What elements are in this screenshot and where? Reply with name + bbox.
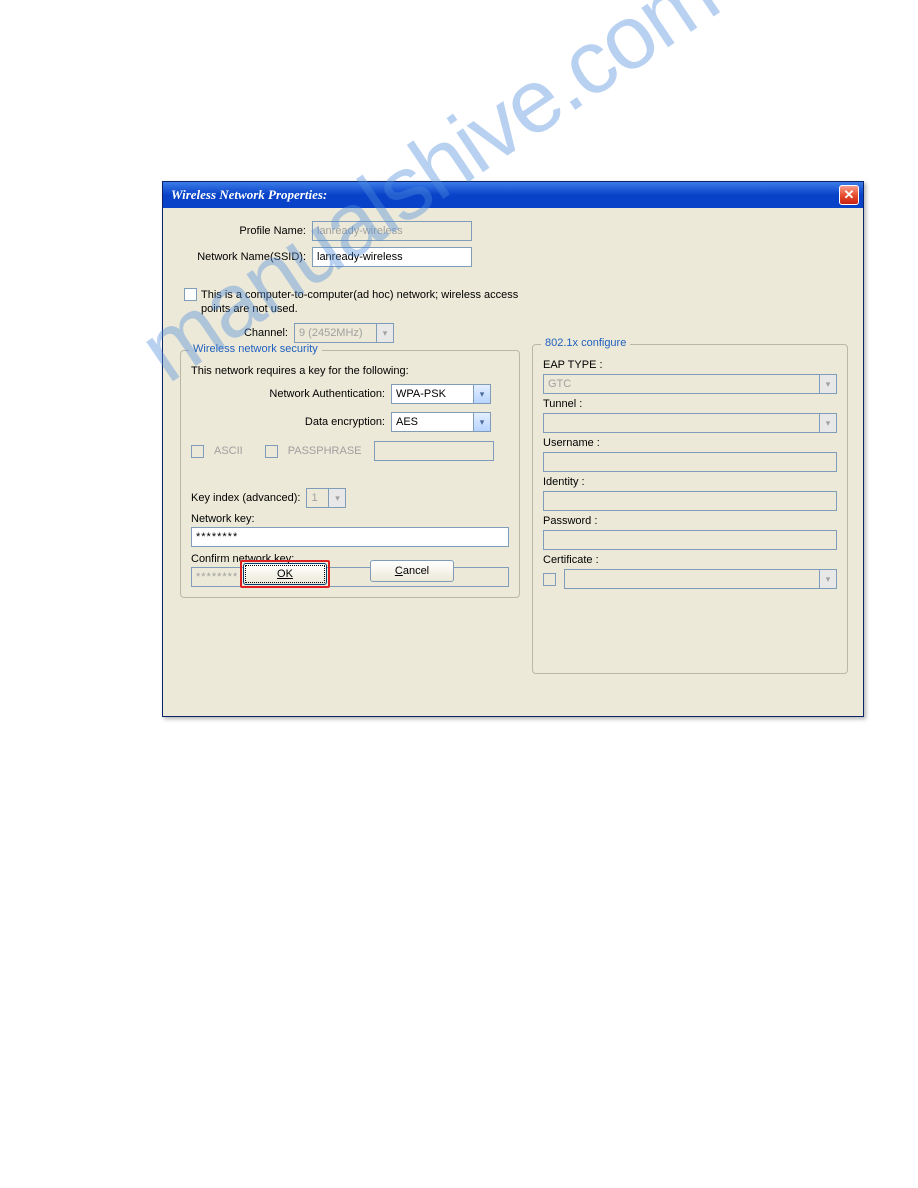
- auth-value: WPA-PSK: [392, 388, 473, 400]
- chevron-down-icon: ▾: [473, 385, 490, 403]
- password-input: [543, 530, 837, 550]
- chevron-down-icon: ▾: [473, 413, 490, 431]
- identity-label: Identity :: [543, 476, 837, 488]
- dot1x-fieldset: 802.1x configure EAP TYPE : GTC ▾ Tunnel…: [532, 344, 848, 674]
- close-button[interactable]: ✕: [839, 185, 859, 205]
- adhoc-label: This is a computer-to-computer(ad hoc) n…: [201, 288, 520, 316]
- left-column: Profile Name: Network Name(SSID): This i…: [180, 220, 520, 598]
- auth-label: Network Authentication:: [191, 388, 391, 400]
- dialog-window: Wireless Network Properties: ✕ Profile N…: [162, 181, 864, 717]
- security-desc: This network requires a key for the foll…: [191, 365, 509, 377]
- chevron-down-icon: ▾: [819, 414, 836, 432]
- netkey-input[interactable]: [191, 527, 509, 547]
- enc-select[interactable]: AES ▾: [391, 412, 491, 432]
- channel-label: Channel:: [224, 327, 294, 339]
- keyidx-value: 1: [307, 492, 328, 504]
- ascii-checkbox: [191, 445, 204, 458]
- chevron-down-icon: ▾: [376, 324, 393, 342]
- dot1x-legend: 802.1x configure: [541, 337, 630, 349]
- channel-value: 9 (2452MHz): [295, 327, 376, 339]
- eap-select: GTC ▾: [543, 374, 837, 394]
- netkey-label: Network key:: [191, 513, 509, 525]
- password-label: Password :: [543, 515, 837, 527]
- eap-value: GTC: [544, 378, 819, 390]
- adhoc-checkbox[interactable]: [184, 288, 197, 301]
- cert-select: ▾: [564, 569, 837, 589]
- keyidx-label: Key index (advanced):: [191, 492, 300, 504]
- ascii-label: ASCII: [214, 445, 243, 457]
- ssid-input[interactable]: [312, 247, 472, 267]
- security-legend: Wireless network security: [189, 343, 322, 355]
- auth-select[interactable]: WPA-PSK ▾: [391, 384, 491, 404]
- client-area: Profile Name: Network Name(SSID): This i…: [166, 208, 860, 713]
- chevron-down-icon: ▾: [819, 570, 836, 588]
- cancel-button[interactable]: Cancel: [370, 560, 454, 582]
- profile-name-label: Profile Name:: [180, 225, 312, 237]
- titlebar[interactable]: Wireless Network Properties: ✕: [163, 182, 863, 208]
- enc-value: AES: [392, 416, 473, 428]
- chevron-down-icon: ▾: [819, 375, 836, 393]
- identity-input: [543, 491, 837, 511]
- ssid-label: Network Name(SSID):: [180, 251, 312, 263]
- channel-select: 9 (2452MHz) ▾: [294, 323, 394, 343]
- close-icon: ✕: [844, 187, 855, 203]
- username-label: Username :: [543, 437, 837, 449]
- tunnel-label: Tunnel :: [543, 398, 837, 410]
- keyidx-select: 1 ▾: [306, 488, 346, 508]
- window-title: Wireless Network Properties:: [171, 187, 327, 203]
- cert-checkbox: [543, 573, 556, 586]
- ok-highlight: OK: [240, 560, 330, 588]
- cert-label: Certificate :: [543, 554, 837, 566]
- eap-label: EAP TYPE :: [543, 359, 837, 371]
- enc-label: Data encryption:: [191, 416, 391, 428]
- right-column: 802.1x configure EAP TYPE : GTC ▾ Tunnel…: [532, 338, 848, 674]
- ok-button[interactable]: OK: [243, 563, 327, 585]
- tunnel-select: ▾: [543, 413, 837, 433]
- chevron-down-icon: ▾: [328, 489, 345, 507]
- username-input: [543, 452, 837, 472]
- passphrase-input: [374, 441, 494, 461]
- passphrase-label: PASSPHRASE: [288, 445, 362, 457]
- passphrase-checkbox: [265, 445, 278, 458]
- profile-name-input: [312, 221, 472, 241]
